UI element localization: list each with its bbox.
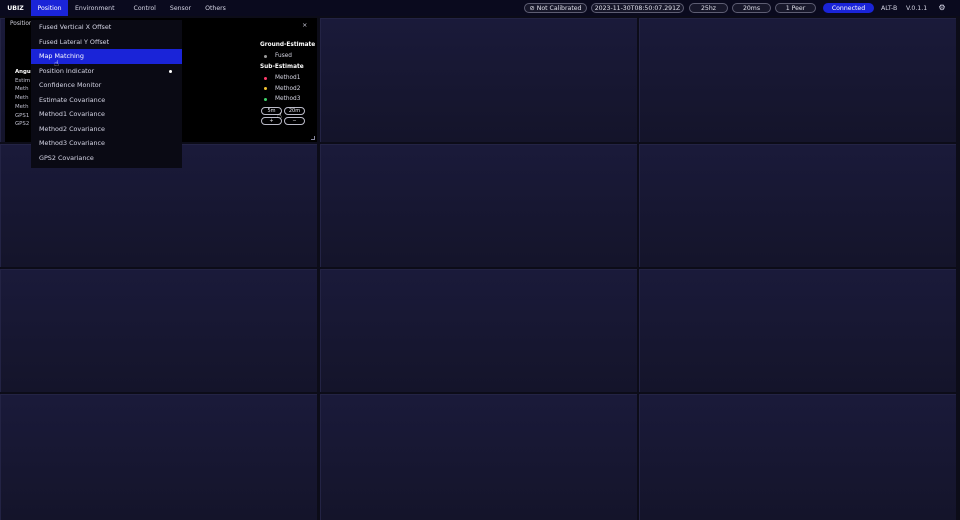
- menu-others[interactable]: Others: [199, 0, 232, 16]
- legend-item-fused[interactable]: Fused: [260, 51, 315, 61]
- device-label: ALT-B: [881, 4, 898, 12]
- version-label: V.0.1.1: [906, 4, 928, 12]
- menu-sensor[interactable]: Sensor: [164, 0, 197, 16]
- menu-position[interactable]: Position: [31, 0, 68, 16]
- dropdown-item[interactable]: Confidence Monitor: [31, 78, 182, 93]
- latency-pill[interactable]: 20ms: [732, 3, 771, 13]
- hand-pointer-icon: ☝: [54, 59, 59, 68]
- dropdown-item[interactable]: Method3 Covariance: [31, 136, 182, 151]
- grid-cell: [320, 18, 637, 142]
- dropdown-item[interactable]: Method2 Covariance: [31, 122, 182, 137]
- legend-item-method1[interactable]: Method1: [260, 73, 315, 83]
- active-dot-icon: [169, 69, 172, 73]
- legend-item-method3[interactable]: Method3: [260, 94, 315, 104]
- resize-handle-icon[interactable]: [311, 136, 315, 140]
- menu-environment[interactable]: Environment: [69, 0, 121, 16]
- fused-dot-icon: [264, 54, 267, 58]
- position-dropdown-menu: Fused Vertical X Offset Fused Lateral Y …: [31, 20, 182, 168]
- legend-ground-title: Ground-Estimate: [260, 42, 316, 48]
- block-icon: ⊘: [529, 4, 535, 12]
- dropdown-item-label: Position Indicator: [39, 66, 95, 75]
- method3-dot-icon: [264, 97, 267, 101]
- calibration-label: Not Calibrated: [536, 4, 582, 12]
- method1-dot-icon: [264, 76, 267, 80]
- left-label: GPS2: [15, 121, 30, 128]
- legend: Ground-Estimate Fused Sub-Estimate Metho…: [260, 42, 315, 104]
- left-label: Angul: [15, 69, 33, 75]
- left-label: Meth: [15, 95, 29, 102]
- connection-pill[interactable]: Connected: [823, 3, 874, 13]
- legend-sub-title: Sub-Estimate: [260, 64, 304, 71]
- legend-label: Method1: [275, 75, 301, 82]
- zoom-out-button[interactable]: −: [284, 117, 305, 125]
- grid-cell: [639, 144, 956, 267]
- left-label: Meth: [15, 103, 29, 110]
- dropdown-item[interactable]: Estimate Covariance: [31, 93, 182, 108]
- grid-cell: [639, 394, 956, 520]
- grid-cell: [320, 144, 637, 267]
- gear-icon[interactable]: ⚙: [937, 3, 947, 13]
- dropdown-item[interactable]: Method1 Covariance: [31, 107, 182, 122]
- legend-item-method2[interactable]: Method2: [260, 84, 315, 94]
- rate-pill[interactable]: 25hz: [689, 3, 728, 13]
- top-bar: UBIZ Position Environment Control Sensor…: [0, 0, 960, 16]
- grid-cell: [320, 269, 637, 392]
- left-label: Meth: [15, 86, 29, 93]
- grid-cell: [0, 394, 317, 520]
- range-buttons: 5m 20m + −: [261, 107, 309, 127]
- dropdown-item[interactable]: Fused Vertical X Offset: [31, 20, 182, 35]
- range-20m-button[interactable]: 20m: [284, 107, 305, 115]
- dropdown-item[interactable]: Fused Lateral Y Offset: [31, 35, 182, 50]
- legend-label: Method2: [275, 85, 301, 92]
- grid-cell: [0, 269, 317, 392]
- grid-cell: [639, 18, 956, 142]
- close-icon[interactable]: ×: [302, 21, 307, 29]
- method2-dot-icon: [264, 87, 267, 91]
- menu-control[interactable]: Control: [128, 0, 162, 16]
- legend-label: Method3: [275, 96, 301, 103]
- panel-title: Position: [10, 21, 33, 27]
- panel-left-labels: Angul Estim Meth Meth Meth GPS1 GPS2: [15, 68, 33, 129]
- grid-cell: [639, 269, 956, 392]
- left-label: GPS1: [15, 112, 30, 119]
- peers-pill[interactable]: 1 Peer: [775, 3, 816, 13]
- grid-cell: [320, 394, 637, 520]
- dropdown-item[interactable]: GPS2 Covariance: [31, 151, 182, 166]
- hand-pointer-icon: ☝: [277, 111, 282, 120]
- brand-logo: UBIZ: [7, 4, 24, 12]
- status-calibration[interactable]: ⊘ Not Calibrated: [524, 3, 587, 13]
- legend-label: Fused: [275, 53, 292, 60]
- timestamp-pill: 2023-11-30T08:50:07.291Z: [591, 3, 684, 13]
- left-label: Estim: [15, 77, 31, 84]
